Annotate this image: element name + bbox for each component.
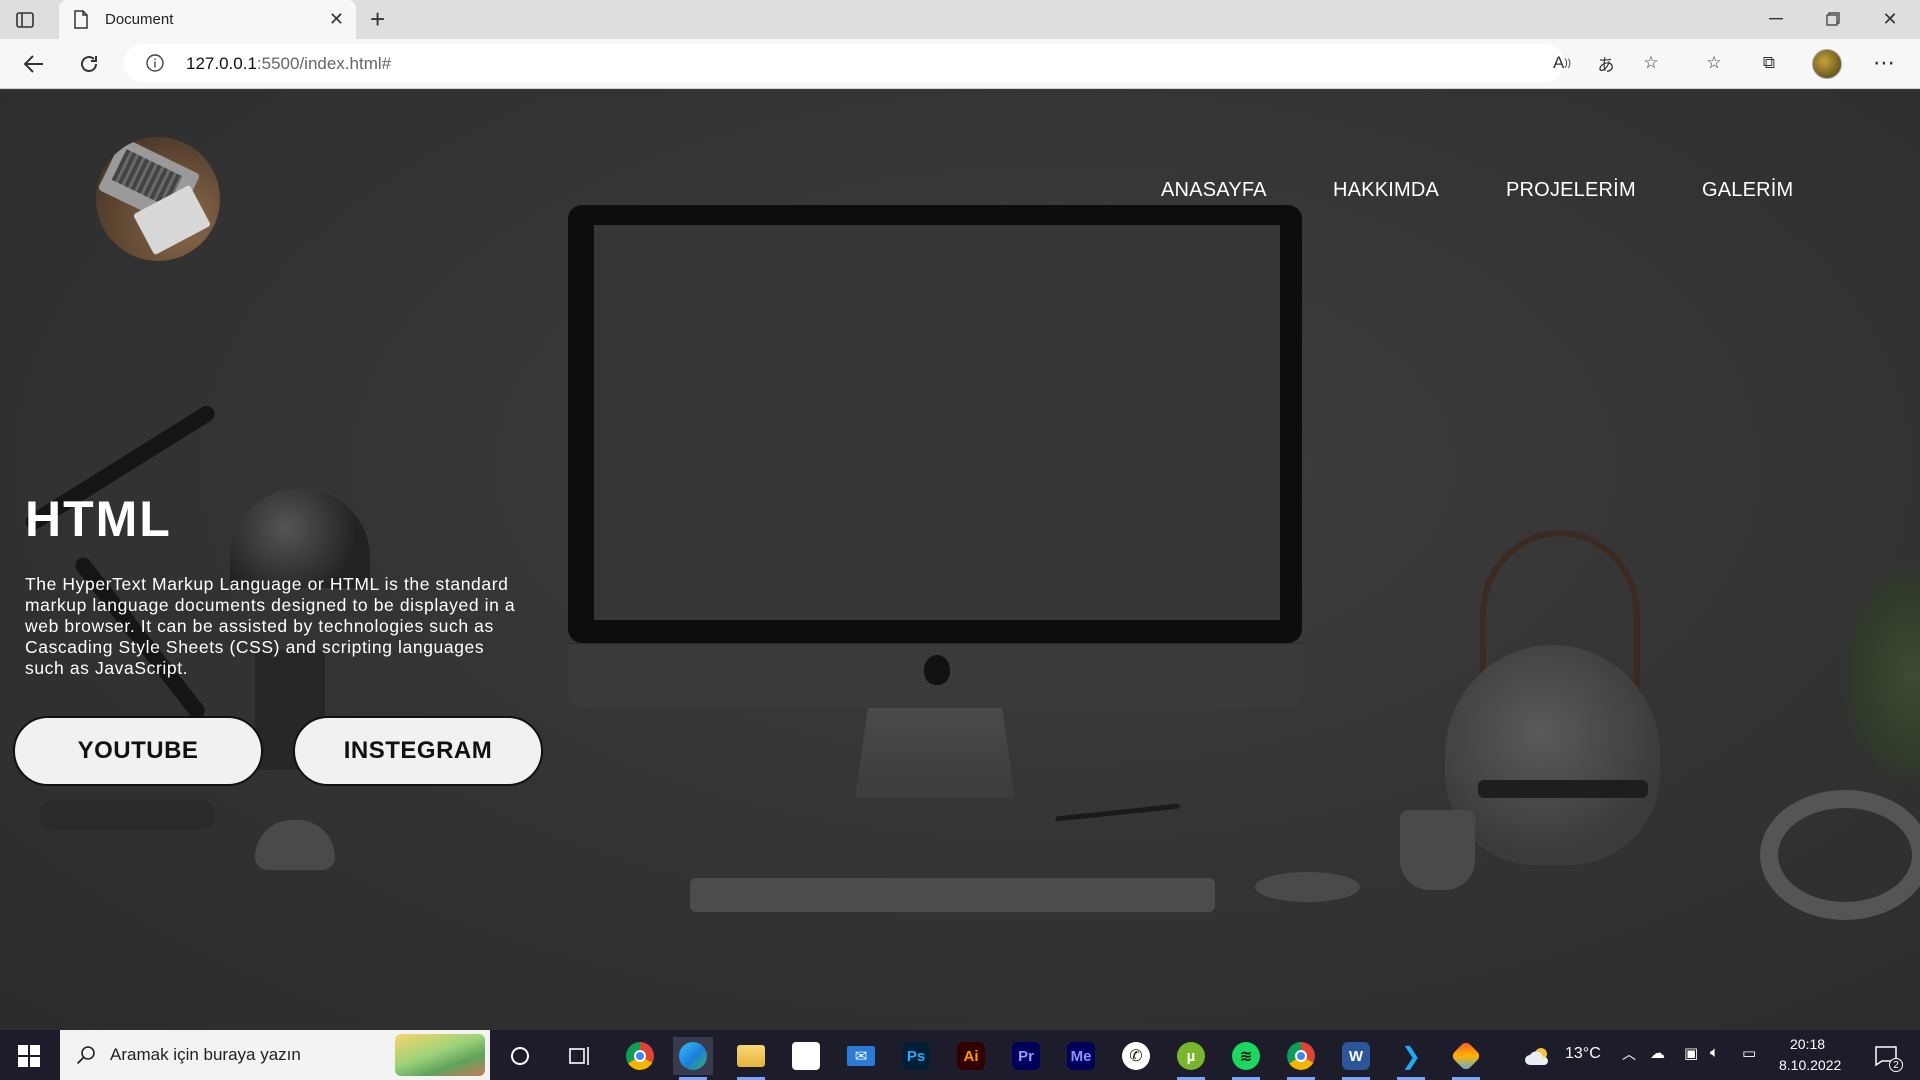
spotify-icon[interactable]: ≋: [1226, 1037, 1266, 1080]
url-path: :5500/index.html#: [256, 54, 392, 73]
chrome-icon[interactable]: [620, 1037, 660, 1075]
url-host: 127.0.0.1: [186, 54, 257, 73]
edge-icon[interactable]: [673, 1037, 713, 1080]
chrome-profile-icon[interactable]: [1281, 1037, 1321, 1080]
add-favorite-icon[interactable]: ☆: [1637, 49, 1665, 77]
notification-center-icon[interactable]: 2: [1866, 1037, 1906, 1075]
cortana-icon[interactable]: [500, 1037, 540, 1075]
browser-tab[interactable]: Document ✕: [59, 0, 356, 39]
onedrive-icon[interactable]: ☁: [1650, 1044, 1665, 1062]
clock-time[interactable]: 20:18: [1790, 1036, 1825, 1052]
taskbar: Aramak için buraya yazın ✉ Ps Ai Pr Me ✆…: [0, 1030, 1920, 1080]
info-icon[interactable]: [146, 54, 164, 77]
mail-icon[interactable]: ✉: [841, 1037, 881, 1075]
document-icon: [73, 10, 89, 34]
refresh-icon[interactable]: [75, 50, 103, 78]
whatsapp-icon[interactable]: ✆: [1116, 1037, 1156, 1075]
search-highlight-image: [395, 1034, 485, 1076]
background-lamp-base: [40, 800, 215, 830]
favorites-icon[interactable]: ☆: [1700, 49, 1728, 77]
web-page: ANASAYFA HAKKIMDA PROJELERİM GALERİM HTM…: [0, 90, 1920, 1030]
nav-link-galerim[interactable]: GALERİM: [1702, 179, 1793, 202]
tab-actions-icon[interactable]: [14, 9, 36, 31]
hero-title: HTML: [25, 491, 172, 547]
more-menu-icon[interactable]: ⋯: [1870, 49, 1898, 77]
word-icon[interactable]: W: [1336, 1037, 1376, 1080]
address-bar-row: 127.0.0.1:5500/index.html# A)) あ ☆ ☆ ⧉ ⋯: [0, 39, 1920, 89]
background-monitor-stand: [855, 708, 1015, 798]
back-icon[interactable]: [20, 50, 48, 78]
apple-logo-icon: [924, 655, 950, 685]
background-plant: [1840, 560, 1920, 790]
minimize-icon[interactable]: [1764, 7, 1788, 31]
url-field[interactable]: 127.0.0.1:5500/index.html#: [124, 44, 1564, 82]
close-window-icon[interactable]: ✕: [1878, 7, 1902, 31]
new-tab-icon[interactable]: +: [370, 6, 385, 32]
git-icon[interactable]: [1446, 1037, 1486, 1080]
url-text: 127.0.0.1:5500/index.html#: [186, 54, 391, 74]
weather-temperature[interactable]: 13°C: [1565, 1045, 1601, 1063]
browser-tab-bar: Document ✕ + ✕: [0, 0, 1920, 39]
store-icon[interactable]: [786, 1037, 826, 1075]
illustrator-icon[interactable]: Ai: [951, 1037, 991, 1075]
background-pen: [1055, 803, 1180, 822]
profile-avatar[interactable]: [1812, 49, 1842, 79]
nav-link-hakkimda[interactable]: HAKKIMDA: [1333, 179, 1439, 202]
notification-badge: 2: [1889, 1058, 1903, 1072]
site-logo[interactable]: [96, 137, 220, 261]
background-panda-figure: [255, 820, 335, 870]
task-view-icon[interactable]: [560, 1037, 600, 1075]
collections-icon[interactable]: ⧉: [1755, 49, 1783, 77]
background-keyboard: [690, 878, 1215, 912]
nav-link-projelerim[interactable]: PROJELERİM: [1506, 179, 1636, 202]
vscode-icon[interactable]: ❯: [1391, 1037, 1431, 1080]
file-explorer-icon[interactable]: [731, 1037, 771, 1080]
hero-description: The HyperText Markup Language or HTML is…: [25, 574, 516, 678]
background-mouse: [1255, 872, 1360, 902]
instagram-button[interactable]: INSTEGRAM: [293, 716, 543, 786]
tab-title: Document: [105, 11, 174, 28]
youtube-button[interactable]: YOUTUBE: [13, 716, 263, 786]
background-headphones: [1760, 790, 1920, 920]
search-icon: [76, 1045, 96, 1070]
network-icon[interactable]: ▭: [1742, 1044, 1756, 1062]
clock-date[interactable]: 8.10.2022: [1779, 1057, 1841, 1073]
windows-start-icon[interactable]: [18, 1045, 40, 1067]
close-tab-icon[interactable]: ✕: [329, 9, 344, 29]
weather-cloud-icon[interactable]: [1520, 1037, 1556, 1075]
photoshop-icon[interactable]: Ps: [896, 1037, 936, 1075]
background-cup: [1400, 810, 1475, 890]
background-teapot-band: [1478, 780, 1648, 798]
read-aloud-icon[interactable]: A)): [1548, 49, 1576, 77]
meet-now-icon[interactable]: ▣: [1684, 1044, 1698, 1062]
taskbar-search[interactable]: Aramak için buraya yazın: [60, 1030, 490, 1080]
translate-icon[interactable]: あ: [1592, 49, 1620, 77]
chevron-up-icon[interactable]: ︿: [1622, 1044, 1636, 1064]
background-teapot: [1445, 645, 1660, 865]
volume-icon[interactable]: 🔈︎: [1710, 1044, 1719, 1061]
background-monitor-screen: [594, 225, 1280, 620]
premiere-icon[interactable]: Pr: [1006, 1037, 1046, 1075]
media-encoder-icon[interactable]: Me: [1061, 1037, 1101, 1075]
utorrent-icon[interactable]: µ: [1171, 1037, 1211, 1080]
nav-link-anasayfa[interactable]: ANASAYFA: [1161, 179, 1267, 202]
search-placeholder: Aramak için buraya yazın: [110, 1045, 301, 1064]
restore-icon[interactable]: [1821, 7, 1845, 31]
background-lamp-head: [230, 488, 370, 588]
